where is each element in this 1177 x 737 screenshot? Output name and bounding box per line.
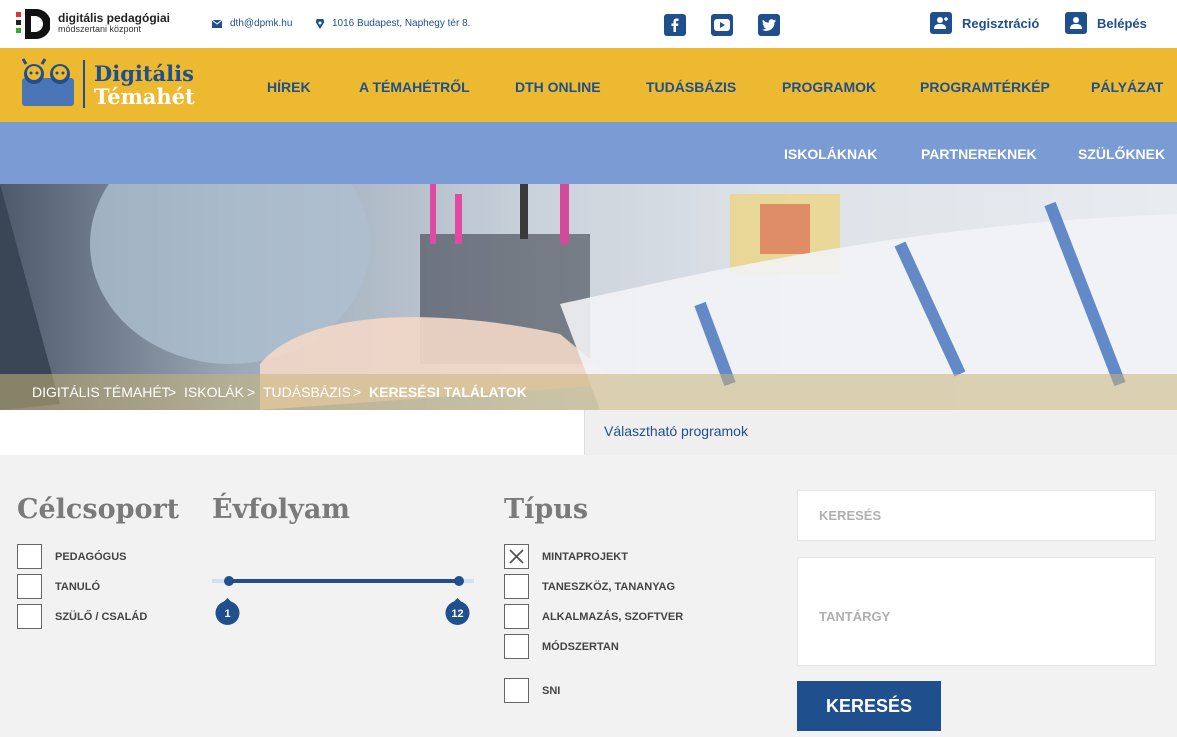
- checkbox-modszertan[interactable]: [504, 634, 529, 659]
- subject-placeholder: TANTÁRGY: [819, 609, 891, 624]
- logo-title: digitális pedagógiai: [58, 11, 171, 25]
- checkbox-label[interactable]: SNI: [542, 685, 560, 697]
- type-heading: Típus: [504, 494, 589, 525]
- breadcrumb-current: KERESÉSI TALÁLATOK: [369, 384, 527, 400]
- brand-logo-icon[interactable]: [18, 56, 76, 108]
- brand-title-line2[interactable]: Témahét: [94, 84, 195, 109]
- twitter-icon[interactable]: [758, 14, 780, 36]
- mail-icon: [212, 19, 222, 28]
- register-label: Regisztráció: [962, 15, 1040, 31]
- nav-tudasbazis[interactable]: TUDÁSBÁZIS: [646, 79, 736, 95]
- nav-temahetrol[interactable]: A TÉMAHÉTRŐL: [359, 79, 470, 95]
- grade-max-value: 12: [451, 608, 463, 620]
- checkbox-label[interactable]: SZÜLŐ / CSALÁD: [55, 611, 147, 623]
- subnav-iskolaknak[interactable]: ISKOLÁKNAK: [784, 146, 877, 162]
- address-text: 1016 Budapest, Naphegy tér 8.: [332, 18, 471, 29]
- checkbox-taneszkoz-tananyag[interactable]: [504, 574, 529, 599]
- grade-min-value: 1: [224, 608, 230, 620]
- breadcrumb-item[interactable]: DIGITÁLIS TÉMAHÉT: [32, 384, 170, 400]
- breadcrumb-separator: >: [353, 384, 362, 400]
- tab-valaszthato-programok[interactable]: Választható programok: [584, 410, 1177, 455]
- hero-banner: DIGITÁLIS TÉMAHÉT > ISKOLÁK > TUDÁSBÁZIS…: [0, 184, 1177, 410]
- login-label: Belépés: [1097, 15, 1147, 31]
- top-bar: digitális pedagógiai módszertani központ…: [0, 0, 1177, 48]
- add-user-icon: [930, 12, 952, 34]
- grade-heading: Évfolyam: [212, 494, 350, 525]
- result-tabs: Választható programok: [0, 410, 1177, 455]
- checkbox-label[interactable]: TANESZKÖZ, TANANYAG: [542, 581, 675, 593]
- location-pin-icon: [316, 18, 324, 29]
- checkmark-x-icon: [509, 549, 524, 564]
- grade-slider-max-handle[interactable]: [454, 576, 464, 586]
- brand-divider: [83, 60, 85, 108]
- checkbox-label[interactable]: MÓDSZERTAN: [542, 641, 619, 653]
- search-placeholder: KERESÉS: [819, 508, 882, 523]
- checkbox-label[interactable]: ALKALMAZÁS, SZOFTVER: [542, 611, 683, 623]
- facebook-icon[interactable]: [664, 14, 686, 36]
- email-text: dth@dpmk.hu: [230, 18, 293, 29]
- checkbox-tanulo[interactable]: [17, 574, 42, 599]
- checkbox-pedagogus[interactable]: [17, 544, 42, 569]
- logo-subtitle: módszertani központ: [58, 24, 142, 34]
- checkbox-label[interactable]: PEDAGÓGUS: [55, 551, 127, 563]
- audience-navigation: ISKOLÁKNAK PARTNEREKNEK SZÜLŐKNEK: [0, 122, 1177, 184]
- subnav-szuloknek[interactable]: SZÜLŐKNEK: [1078, 146, 1165, 162]
- email-contact[interactable]: dth@dpmk.hu: [212, 18, 292, 29]
- dpmk-logo-icon[interactable]: [16, 9, 50, 39]
- login-link[interactable]: Belépés: [1065, 12, 1147, 34]
- checkbox-alkalmazas-szoftver[interactable]: [504, 604, 529, 629]
- nav-programterkep[interactable]: PROGRAMTÉRKÉP: [920, 79, 1050, 95]
- user-icon: [1065, 12, 1087, 34]
- target-group-heading: Célcsoport: [17, 494, 180, 525]
- checkbox-label[interactable]: TANULÓ: [55, 581, 100, 593]
- breadcrumb-item[interactable]: TUDÁSBÁZIS: [263, 384, 351, 400]
- tab-label: Választható programok: [604, 423, 748, 439]
- checkbox-sni[interactable]: [504, 678, 529, 703]
- checkbox-mintaprojekt[interactable]: [504, 544, 529, 569]
- nav-hirek[interactable]: HÍREK: [267, 79, 311, 95]
- subject-select[interactable]: TANTÁRGY: [797, 557, 1156, 666]
- breadcrumb: DIGITÁLIS TÉMAHÉT > ISKOLÁK > TUDÁSBÁZIS…: [0, 374, 1177, 410]
- grade-slider-min-handle[interactable]: [224, 576, 234, 586]
- grade-slider-range: [229, 579, 459, 583]
- subnav-partnereknek[interactable]: PARTNEREKNEK: [921, 146, 1037, 162]
- search-input[interactable]: KERESÉS: [797, 490, 1156, 541]
- register-link[interactable]: Regisztráció: [930, 12, 1039, 34]
- brand-title-line1[interactable]: Digitális: [94, 61, 194, 86]
- breadcrumb-separator: >: [168, 384, 177, 400]
- breadcrumb-item[interactable]: ISKOLÁK: [184, 384, 244, 400]
- address-contact: 1016 Budapest, Naphegy tér 8.: [316, 18, 470, 29]
- checkbox-szulo-csalad[interactable]: [17, 604, 42, 629]
- grade-max-marker: 12: [445, 598, 470, 625]
- breadcrumb-separator: >: [247, 384, 256, 400]
- nav-programok[interactable]: PROGRAMOK: [782, 79, 876, 95]
- search-button[interactable]: KERESÉS: [797, 681, 941, 731]
- nav-dth-online[interactable]: DTH ONLINE: [515, 79, 601, 95]
- checkbox-label[interactable]: MINTAPROJEKT: [542, 551, 628, 563]
- grade-min-marker: 1: [215, 598, 240, 625]
- youtube-icon[interactable]: [711, 14, 733, 36]
- main-navigation: Digitális Témahét HÍREK A TÉMAHÉTRŐL DTH…: [0, 48, 1177, 122]
- nav-palyazat[interactable]: PÁLYÁZAT: [1091, 79, 1163, 95]
